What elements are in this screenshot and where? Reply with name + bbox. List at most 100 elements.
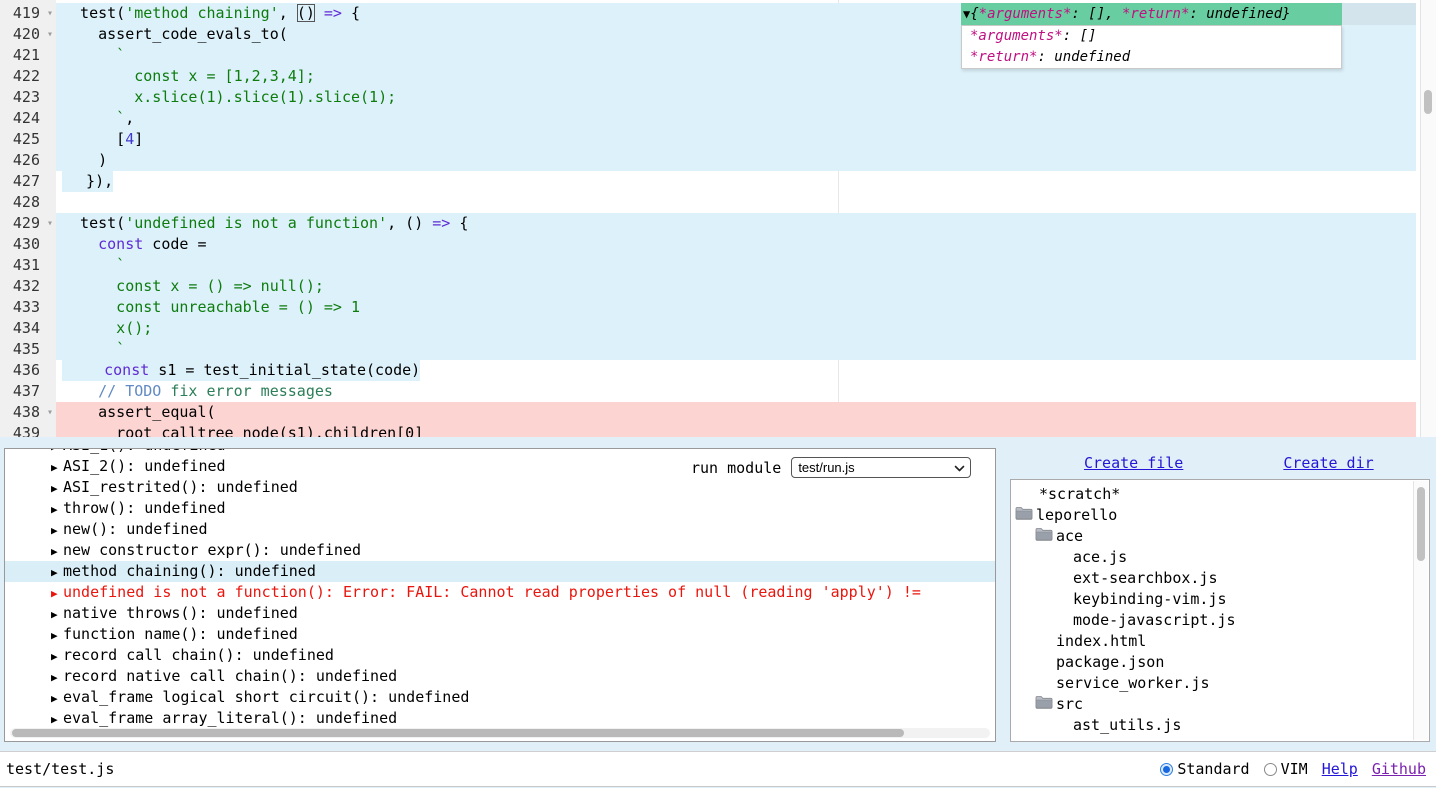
keybinding-option-standard[interactable]: Standard — [1160, 760, 1249, 778]
line-number[interactable]: 429▾ — [0, 213, 56, 234]
tree-folder-ace[interactable]: ace — [1011, 526, 1429, 547]
line-number[interactable]: 427 — [0, 171, 56, 192]
line-number[interactable]: 430 — [0, 234, 56, 255]
line-number[interactable]: 424 — [0, 108, 56, 129]
line-number[interactable]: 423 — [0, 87, 56, 108]
line-number[interactable]: 439 — [0, 423, 56, 437]
code-line-435[interactable]: ` — [56, 339, 1416, 360]
fold-arrow-icon[interactable]: ▾ — [47, 402, 53, 423]
tree-file-ast-utils-js[interactable]: ast_utils.js — [1011, 715, 1429, 736]
line-number[interactable]: 438▾ — [0, 402, 56, 423]
line-number[interactable]: 426 — [0, 150, 56, 171]
code-line-422[interactable]: const x = [1,2,3,4]; — [56, 66, 1416, 87]
test-result-row[interactable]: ▶eval_frame logical short circuit(): und… — [5, 687, 995, 708]
line-number[interactable]: 431 — [0, 255, 56, 276]
line-number[interactable]: 433 — [0, 297, 56, 318]
line-number[interactable]: 428 — [0, 192, 56, 213]
test-result-row[interactable]: ▶method chaining(): undefined — [5, 561, 995, 582]
code-line-425[interactable]: [4] — [56, 129, 1416, 150]
expand-triangle-icon[interactable]: ▶ — [51, 709, 63, 730]
expand-triangle-icon[interactable]: ▶ — [51, 583, 63, 604]
test-result-row[interactable]: ▶undefined is not a function(): Error: F… — [5, 582, 995, 603]
run-module-select[interactable]: test/run.js — [791, 457, 971, 478]
editor-scrollbar-thumb[interactable] — [1424, 90, 1432, 114]
test-result-row[interactable]: ▶native throws(): undefined — [5, 603, 995, 624]
expand-triangle-icon[interactable]: ▶ — [51, 667, 63, 688]
output-scrollbar-thumb[interactable] — [12, 729, 904, 737]
code-line-430[interactable]: const code = — [56, 234, 1416, 255]
help-link[interactable]: Help — [1322, 760, 1358, 778]
calltree-output-panel[interactable]: ▶ASI_1(): undefined▶ASI_2(): undefined▶A… — [4, 448, 996, 742]
test-result-row[interactable]: ▶new constructor expr(): undefined — [5, 540, 995, 561]
code-line-426[interactable]: ) — [56, 150, 1416, 171]
fold-arrow-icon[interactable]: ▾ — [47, 24, 53, 45]
line-number[interactable]: 437 — [0, 381, 56, 402]
line-number[interactable]: 434 — [0, 318, 56, 339]
code-line-431[interactable]: ` — [56, 255, 1416, 276]
code-line-433[interactable]: const unreachable = () => 1 — [56, 297, 1416, 318]
expand-triangle-icon[interactable]: ▶ — [51, 688, 63, 709]
line-number[interactable]: 421 — [0, 45, 56, 66]
code-line-439[interactable]: root_calltree_node(s1).children[0] — [56, 423, 1416, 437]
tree-scrollbar[interactable] — [1413, 481, 1428, 740]
tree-file-ace-js[interactable]: ace.js — [1011, 547, 1429, 568]
code-line-438[interactable]: assert_equal( — [56, 402, 1416, 423]
code-line-427[interactable]: }), — [56, 171, 1416, 192]
test-result-row[interactable]: ▶function name(): undefined — [5, 624, 995, 645]
test-result-row[interactable]: ▶record call chain(): undefined — [5, 645, 995, 666]
code-line-424[interactable]: `, — [56, 108, 1416, 129]
line-number[interactable]: 422 — [0, 66, 56, 87]
expand-triangle-icon[interactable]: ▶ — [51, 457, 63, 478]
tree-scrollbar-thumb[interactable] — [1417, 487, 1425, 561]
line-number[interactable]: 419▾ — [0, 3, 56, 24]
create-dir-button[interactable]: Create dir — [1283, 454, 1373, 472]
test-result-row[interactable]: ▶eval_frame array_literal(): undefined — [5, 708, 995, 729]
code-line-428[interactable] — [56, 192, 1416, 213]
code-line-432[interactable]: const x = () => null(); — [56, 276, 1416, 297]
test-result-row[interactable]: ▶new(): undefined — [5, 519, 995, 540]
expand-triangle-icon[interactable]: ▶ — [51, 562, 63, 583]
code-line-429[interactable]: test('undefined is not a function', () =… — [56, 213, 1416, 234]
code-editor[interactable]: test('method chaining', () => { assert_c… — [0, 0, 1436, 437]
keybinding-option-vim[interactable]: VIM — [1264, 760, 1308, 778]
code-line-436[interactable]: const s1 = test_initial_state(code) — [56, 360, 1416, 381]
editor-scrollbar[interactable] — [1420, 0, 1436, 437]
test-result-row[interactable]: ▶ASI_1(): undefined — [5, 448, 995, 456]
tree-file-service-worker-js[interactable]: service_worker.js — [1011, 673, 1429, 694]
line-number[interactable]: 420▾ — [0, 24, 56, 45]
expand-triangle-icon[interactable]: ▶ — [51, 625, 63, 646]
tree-file--scratch-[interactable]: *scratch* — [1011, 484, 1429, 505]
expand-triangle-icon[interactable]: ▶ — [51, 604, 63, 625]
expand-triangle-icon[interactable]: ▶ — [51, 478, 63, 499]
file-tree-panel[interactable]: *scratch*leporelloaceace.jsext-searchbox… — [1010, 479, 1430, 742]
radio-button[interactable] — [1264, 763, 1277, 776]
create-file-button[interactable]: Create file — [1084, 454, 1183, 472]
tree-file-mode-javascript-js[interactable]: mode-javascript.js — [1011, 610, 1429, 631]
radio-button-checked[interactable] — [1160, 763, 1173, 776]
line-number[interactable]: 436 — [0, 360, 56, 381]
tree-file-index-html[interactable]: index.html — [1011, 631, 1429, 652]
tree-file-ext-searchbox-js[interactable]: ext-searchbox.js — [1011, 568, 1429, 589]
expand-triangle-icon[interactable]: ▶ — [51, 646, 63, 667]
editor-gutter[interactable]: 419▾420▾421422423424425426427428429▾4304… — [0, 0, 56, 437]
expand-triangle-icon[interactable]: ▶ — [51, 541, 63, 562]
line-number[interactable]: 435 — [0, 339, 56, 360]
tree-file-keybinding-vim-js[interactable]: keybinding-vim.js — [1011, 589, 1429, 610]
code-line-437[interactable]: // TODO fix error messages — [56, 381, 1416, 402]
test-result-row[interactable]: ▶ASI_restrited(): undefined — [5, 477, 995, 498]
output-horizontal-scrollbar[interactable] — [10, 728, 990, 738]
fold-arrow-icon[interactable]: ▾ — [47, 213, 53, 234]
test-result-row[interactable]: ▶throw(): undefined — [5, 498, 995, 519]
github-link[interactable]: Github — [1372, 760, 1426, 778]
tree-file-package-json[interactable]: package.json — [1011, 652, 1429, 673]
line-number[interactable]: 425 — [0, 129, 56, 150]
code-line-434[interactable]: x(); — [56, 318, 1416, 339]
expand-triangle-icon[interactable]: ▶ — [51, 520, 63, 541]
line-number[interactable]: 432 — [0, 276, 56, 297]
test-result-row[interactable]: ▶record native call chain(): undefined — [5, 666, 995, 687]
tree-folder-leporello[interactable]: leporello — [1011, 505, 1429, 526]
code-line-423[interactable]: x.slice(1).slice(1).slice(1); — [56, 87, 1416, 108]
expand-triangle-icon[interactable]: ▶ — [51, 499, 63, 520]
tree-folder-src[interactable]: src — [1011, 694, 1429, 715]
fold-arrow-icon[interactable]: ▾ — [47, 3, 53, 24]
